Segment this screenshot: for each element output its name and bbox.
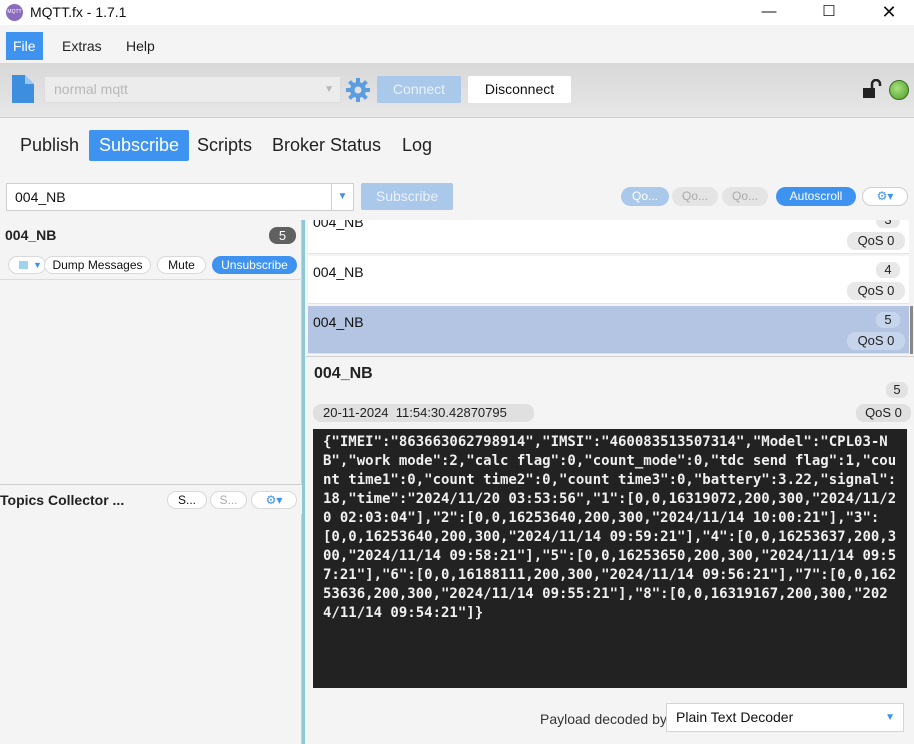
divider [0, 279, 302, 280]
message-qos: QoS 0 [847, 232, 905, 250]
message-detail: 004_NB 5 20-11-2024 11:54:30.42870795 Qo… [306, 356, 914, 744]
detail-message-number: 5 [886, 382, 908, 398]
subscriptions-panel: 004_NB 5 ▼ Dump Messages Mute Unsubscrib… [0, 220, 302, 744]
chevron-down-icon: ▼ [33, 260, 42, 270]
menu-bar: File Extras Help [0, 29, 914, 61]
decoder-select-value: Plain Text Decoder [676, 709, 794, 725]
collector-settings-button[interactable]: ⚙▾ [251, 491, 297, 509]
title-bar: MQTT MQTT.fx - 1.7.1 — ☐ ✕ [0, 0, 914, 25]
main-tabs: Publish Subscribe Scripts Broker Status … [0, 118, 914, 178]
message-list-scrollbar[interactable] [910, 306, 913, 354]
profile-select-value: normal mqtt [54, 81, 128, 97]
window-title: MQTT.fx - 1.7.1 [30, 4, 127, 20]
decoder-select[interactable]: Plain Text Decoder ▼ [666, 703, 904, 732]
payload-text[interactable]: {"IMEI":"863663062798914","IMSI":"460083… [313, 429, 907, 688]
topic-history-dropdown[interactable]: ▼ [332, 183, 354, 211]
message-number: 4 [876, 262, 900, 278]
tab-scripts[interactable]: Scripts [187, 130, 262, 161]
message-list: 004_NB 3 QoS 0 004_NB 4 QoS 0 004_NB 5 Q… [306, 220, 914, 356]
subscription-color-picker[interactable]: ▼ [8, 256, 46, 274]
qos0-toggle[interactable]: Qo... [621, 187, 669, 206]
message-row[interactable]: 004_NB 4 QoS 0 [308, 256, 909, 304]
message-number: 5 [876, 312, 900, 328]
message-row[interactable]: 004_NB 3 QoS 0 [308, 220, 909, 254]
disconnect-button[interactable]: Disconnect [468, 76, 571, 103]
new-file-icon[interactable] [10, 75, 34, 103]
chevron-down-icon: ▼ [324, 84, 334, 95]
dump-messages-button[interactable]: Dump Messages [44, 256, 151, 274]
connection-status-icon [889, 80, 909, 100]
close-button[interactable]: ✕ [866, 0, 912, 25]
menu-extras[interactable]: Extras [55, 32, 109, 60]
mute-button[interactable]: Mute [157, 256, 206, 274]
message-topic: 004_NB [313, 314, 364, 330]
qos2-toggle[interactable]: Qo... [722, 187, 768, 206]
menu-help[interactable]: Help [119, 32, 162, 60]
maximize-button[interactable]: ☐ [806, 0, 852, 25]
gears-icon: ⚙▾ [265, 493, 283, 507]
subscribe-settings-button[interactable]: ⚙▾ [862, 187, 908, 206]
tab-subscribe[interactable]: Subscribe [89, 130, 190, 161]
tab-log[interactable]: Log [392, 130, 442, 161]
unlocked-icon [863, 79, 882, 98]
qos1-toggle[interactable]: Qo... [672, 187, 718, 206]
subscription-topic: 004_NB [5, 227, 57, 243]
chevron-down-icon: ▼ [337, 191, 348, 202]
detail-qos: QoS 0 [856, 404, 911, 422]
gear-icon[interactable] [346, 78, 370, 102]
minimize-button[interactable]: — [746, 0, 792, 25]
collector-scan-button[interactable]: S... [167, 491, 207, 509]
message-topic: 004_NB [313, 220, 364, 230]
menu-file[interactable]: File [6, 32, 43, 60]
autoscroll-toggle[interactable]: Autoscroll [776, 187, 856, 206]
subscription-count-badge: 5 [269, 227, 296, 244]
tab-publish[interactable]: Publish [10, 130, 89, 161]
message-topic: 004_NB [313, 264, 364, 280]
detail-topic: 004_NB [314, 365, 373, 382]
connection-toolbar: normal mqtt ▼ Connect Disconnect [0, 63, 914, 118]
topics-collector-bar: Topics Collector ... S... S... ⚙▾ [0, 484, 302, 514]
message-qos: QoS 0 [847, 282, 905, 300]
message-number: 3 [876, 220, 900, 228]
topic-input[interactable]: 004_NB [6, 183, 332, 211]
subscribe-button[interactable]: Subscribe [361, 183, 453, 210]
connect-button[interactable]: Connect [377, 76, 461, 103]
gears-icon: ⚙▾ [876, 189, 894, 203]
profile-select[interactable]: normal mqtt ▼ [44, 76, 341, 103]
collector-stop-button[interactable]: S... [210, 491, 247, 509]
message-qos: QoS 0 [847, 332, 905, 350]
decoder-label: Payload decoded by [540, 711, 667, 727]
app-logo-icon: MQTT [6, 4, 23, 21]
panel-splitter[interactable] [302, 220, 305, 744]
detail-timestamp: 20-11-2024 11:54:30.42870795 [313, 404, 534, 422]
tab-broker-status[interactable]: Broker Status [262, 130, 391, 161]
color-swatch-icon [19, 261, 28, 269]
topics-collector-title[interactable]: Topics Collector ... [0, 492, 124, 508]
message-row-selected[interactable]: 004_NB 5 QoS 0 [308, 306, 909, 354]
chevron-down-icon: ▼ [885, 712, 895, 723]
unsubscribe-button[interactable]: Unsubscribe [212, 256, 297, 274]
